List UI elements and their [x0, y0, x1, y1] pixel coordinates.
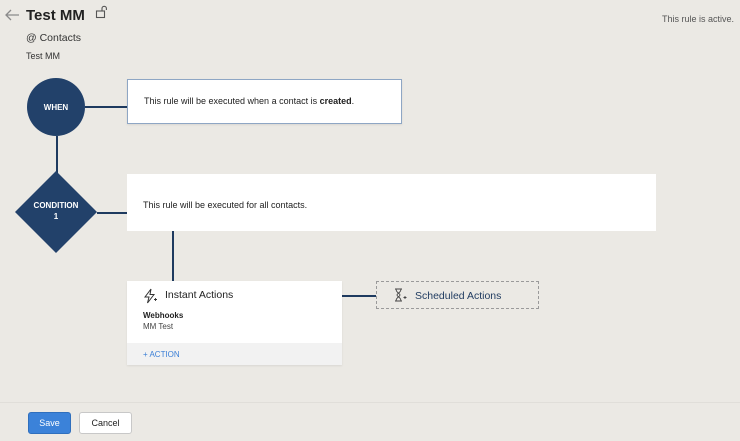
when-text-event: created [319, 96, 352, 106]
instant-actions-card[interactable]: Instant Actions Webhooks MM Test + ACTIO… [127, 281, 342, 365]
connector-condition-actions [172, 231, 174, 281]
connector-when-condition [56, 136, 58, 174]
connector-condition-card [97, 212, 127, 214]
add-action-button[interactable]: + ACTION [143, 350, 180, 359]
webhook-name[interactable]: MM Test [143, 322, 173, 331]
back-arrow-icon[interactable] [4, 8, 20, 24]
when-text-prefix: This rule will be executed when a contac… [144, 96, 320, 106]
when-text-suffix: . [351, 96, 355, 106]
save-button[interactable]: Save [28, 412, 71, 434]
when-trigger-card[interactable]: This rule will be executed when a contac… [127, 79, 402, 124]
instant-actions-title: Instant Actions [165, 289, 234, 301]
unlock-icon[interactable] [95, 5, 109, 19]
action-type-label: Webhooks [143, 311, 184, 320]
rule-title: Test MM [26, 7, 85, 24]
scheduled-actions-card[interactable]: Scheduled Actions [376, 281, 539, 309]
rule-description: Test MM [26, 51, 61, 61]
condition-text: This rule will be executed for all conta… [143, 200, 308, 210]
hourglass-icon [393, 288, 407, 302]
action-footer: + ACTION [127, 343, 342, 365]
module-label: @ Contacts [26, 32, 82, 44]
rule-status-text: This rule is active. [661, 14, 734, 24]
when-node-label: WHEN [43, 102, 69, 112]
condition-label-line2: 1 [53, 212, 59, 221]
when-node[interactable]: WHEN [27, 78, 85, 136]
connector-instant-scheduled [342, 295, 376, 297]
condition-node-label: CONDITION 1 [19, 200, 93, 222]
connector-when-card [85, 106, 127, 108]
lightning-icon [143, 288, 157, 304]
condition-label-line1: CONDITION [33, 201, 79, 210]
condition-card[interactable]: This rule will be executed for all conta… [127, 174, 656, 231]
scheduled-actions-title: Scheduled Actions [415, 290, 502, 302]
cancel-button[interactable]: Cancel [79, 412, 132, 434]
